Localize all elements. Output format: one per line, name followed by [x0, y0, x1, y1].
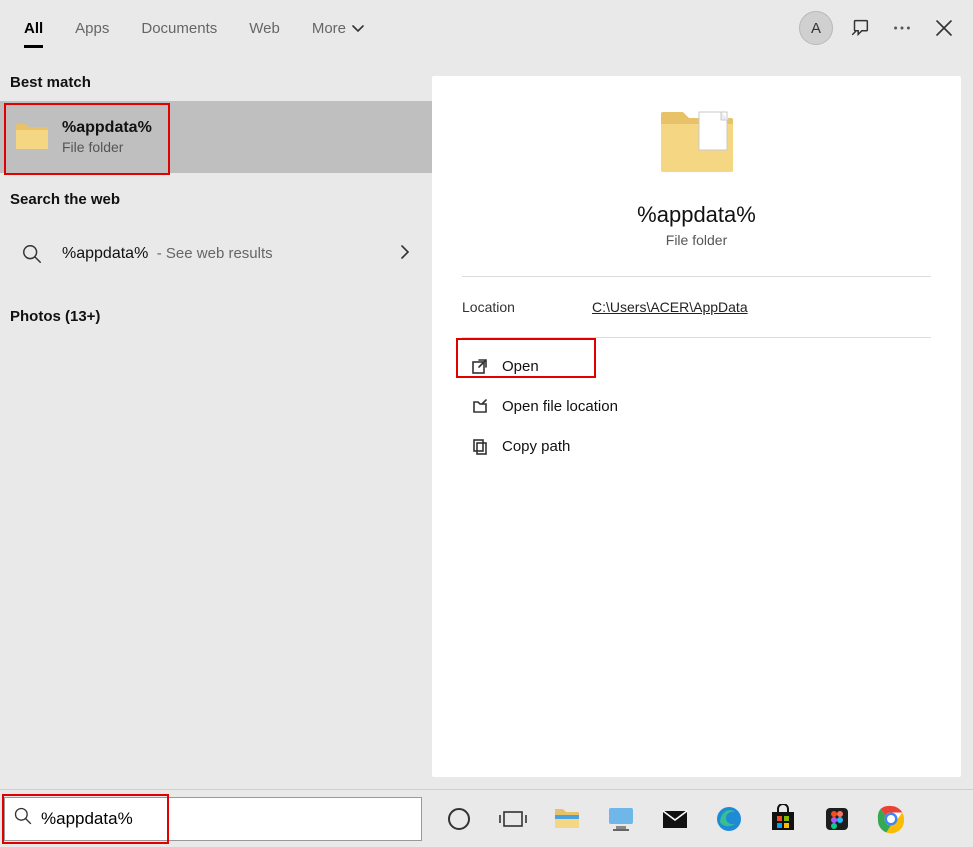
feedback-button[interactable] [839, 7, 881, 49]
results-list: Best match %appdata% File folder Search … [0, 56, 432, 789]
taskbar-microsoft-store[interactable] [756, 796, 810, 842]
user-avatar[interactable]: A [799, 11, 833, 45]
location-path-link[interactable]: C:\Users\ACER\AppData [592, 299, 748, 315]
taskbar-search-input[interactable] [41, 809, 413, 829]
taskbar-taskview[interactable] [486, 796, 540, 842]
action-label: Open [502, 358, 539, 375]
taskbar-cortana[interactable] [432, 796, 486, 842]
tab-web[interactable]: Web [233, 0, 296, 56]
result-subtitle: File folder [62, 139, 420, 155]
result-texts: %appdata% File folder [62, 119, 420, 155]
tab-documents[interactable]: Documents [125, 0, 233, 56]
search-scope-tabs: All Apps Documents Web More A [0, 0, 973, 56]
detail-folder-icon [657, 108, 737, 188]
tab-more[interactable]: More [296, 0, 380, 56]
action-copy-path[interactable]: Copy path [462, 426, 931, 466]
result-title: %appdata% [62, 245, 148, 262]
photos-header[interactable]: Photos (13+) [0, 290, 432, 335]
taskbar-figma[interactable] [810, 796, 864, 842]
tab-apps[interactable]: Apps [59, 0, 125, 56]
result-texts: %appdata% - See web results [62, 245, 390, 263]
windows-search-panel: All Apps Documents Web More A [0, 0, 973, 789]
action-label: Open file location [502, 398, 618, 415]
search-icon [12, 234, 52, 274]
result-aux: - See web results [157, 245, 273, 262]
detail-title: %appdata% [637, 202, 756, 228]
open-icon [466, 357, 494, 375]
action-open-file-location[interactable]: Open file location [462, 386, 931, 426]
copy-icon [466, 437, 494, 455]
result-web[interactable]: %appdata% - See web results [0, 218, 432, 290]
taskbar-app-monitor[interactable] [594, 796, 648, 842]
tab-all[interactable]: All [8, 0, 59, 56]
folder-location-icon [466, 397, 494, 415]
result-best-match[interactable]: %appdata% File folder [0, 101, 432, 173]
taskbar-mail[interactable] [648, 796, 702, 842]
taskbar-search-box[interactable] [4, 797, 422, 841]
chevron-right-icon [390, 244, 420, 265]
taskbar-edge[interactable] [702, 796, 756, 842]
detail-pane: %appdata% File folder Location C:\Users\… [432, 76, 961, 777]
chevron-down-icon [352, 20, 364, 37]
search-icon [13, 806, 33, 831]
taskbar-file-explorer[interactable] [540, 796, 594, 842]
taskbar [0, 789, 973, 847]
best-match-header: Best match [0, 56, 432, 101]
result-title: %appdata% [62, 119, 420, 137]
location-row: Location C:\Users\ACER\AppData [462, 277, 931, 337]
folder-icon [12, 117, 52, 157]
search-web-header: Search the web [0, 173, 432, 218]
taskbar-chrome[interactable] [864, 796, 918, 842]
detail-subtitle: File folder [666, 232, 727, 248]
action-label: Copy path [502, 438, 570, 455]
more-options-button[interactable] [881, 7, 923, 49]
close-button[interactable] [923, 7, 965, 49]
location-label: Location [462, 299, 592, 315]
action-open[interactable]: Open [462, 346, 931, 386]
